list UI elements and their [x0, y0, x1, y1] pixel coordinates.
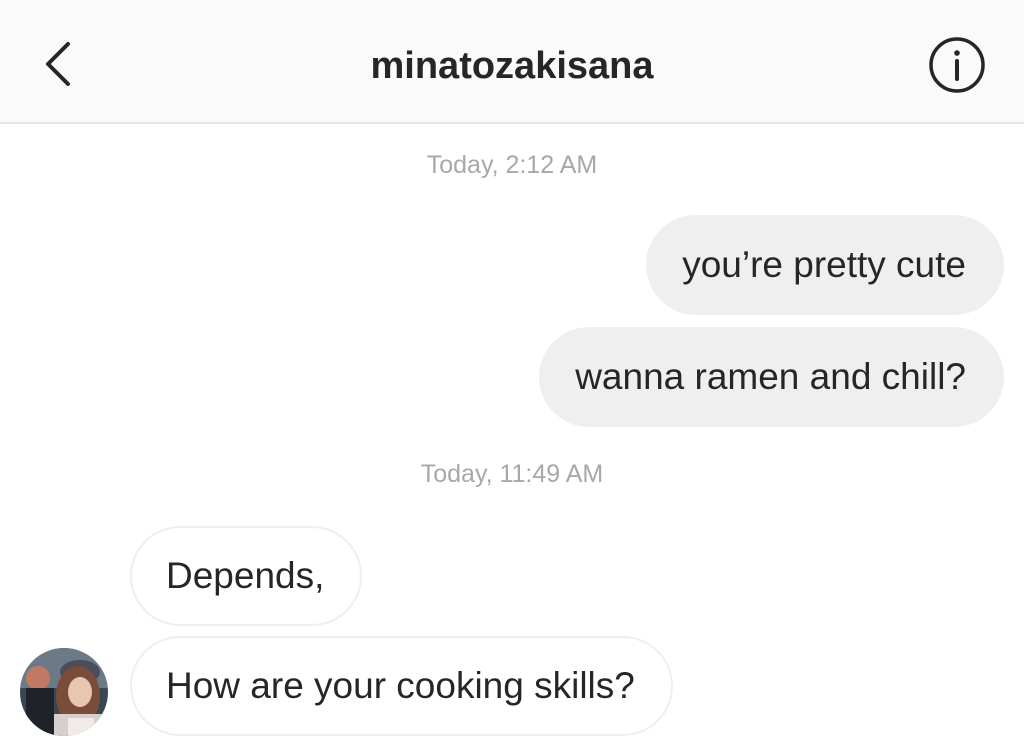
sender-avatar[interactable]	[20, 648, 108, 736]
sent-message-bubble[interactable]: wanna ramen and chill?	[539, 327, 1004, 427]
conversation-header: minatozakisana	[0, 0, 1024, 124]
received-message-bubble[interactable]: Depends,	[130, 526, 363, 626]
message-timestamp: Today, 2:12 AM	[426, 151, 598, 179]
conversation-title[interactable]: minatozakisana	[0, 44, 1024, 88]
received-message-bubble[interactable]: How are your cooking skills?	[130, 636, 673, 736]
message-timestamp: Today, 11:49 AM	[420, 460, 604, 488]
info-button[interactable]	[928, 36, 986, 94]
profile-photo	[20, 648, 108, 736]
sent-message-bubble[interactable]: you’re pretty cute	[646, 215, 1004, 315]
info-circle-icon	[929, 37, 985, 93]
